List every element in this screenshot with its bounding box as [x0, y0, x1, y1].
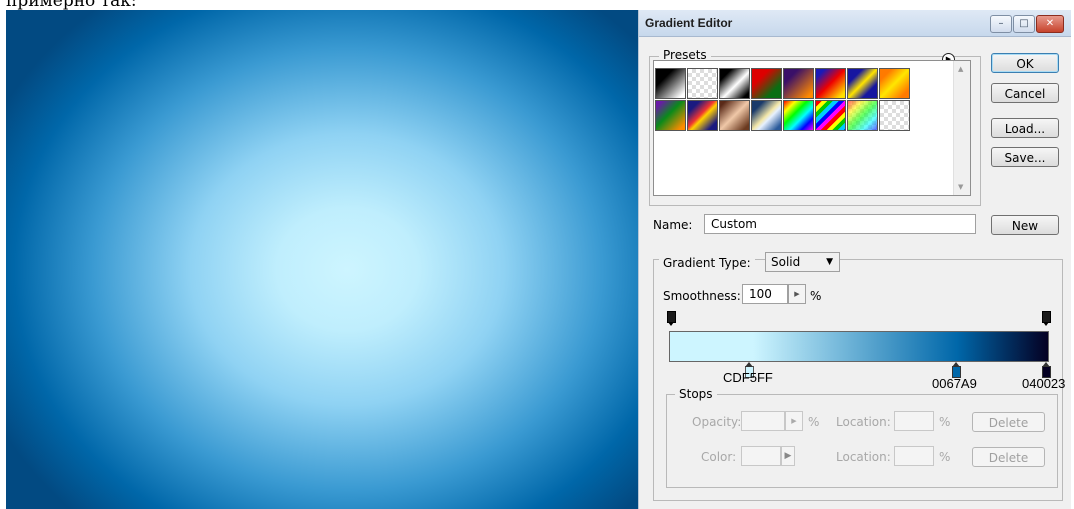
color-location-field[interactable] [894, 446, 934, 466]
name-field[interactable]: Custom [704, 214, 976, 234]
smoothness-arrow-icon[interactable]: ▶ [788, 284, 806, 304]
gradient-type-dropdown[interactable]: Solid ▼ [765, 252, 840, 272]
gradient-editor-dialog: Gradient Editor – □ ✕ Presets ▶ ▲ ▼ OK C… [638, 10, 1071, 509]
name-label: Name: [653, 218, 693, 232]
preset-swatch[interactable] [719, 100, 750, 131]
gradient-type-value: Solid [771, 255, 801, 269]
opacity-stop-left[interactable] [667, 311, 676, 326]
opacity-label: Opacity: [692, 415, 742, 429]
gradient-bar[interactable] [669, 331, 1049, 362]
opacity-location-unit: % [939, 415, 951, 429]
preset-swatch[interactable] [687, 68, 718, 99]
opacity-location-field[interactable] [894, 411, 934, 431]
opacity-field[interactable] [741, 411, 785, 431]
gradient-preview-image [6, 10, 638, 509]
chevron-down-icon: ▼ [826, 257, 833, 267]
maximize-button[interactable]: □ [1013, 15, 1035, 33]
preset-swatch[interactable] [879, 100, 910, 131]
ok-button[interactable]: OK [991, 53, 1059, 73]
title-bar[interactable]: Gradient Editor – □ ✕ [639, 10, 1071, 37]
preset-swatch[interactable] [751, 100, 782, 131]
preset-swatch[interactable] [751, 68, 782, 99]
scroll-down-icon[interactable]: ▼ [958, 183, 963, 191]
color-arrow-icon[interactable]: ▶ [781, 446, 795, 466]
presets-swatch-grid: ▲ ▼ [653, 60, 971, 196]
cancel-button[interactable]: Cancel [991, 83, 1059, 103]
preset-swatch[interactable] [847, 68, 878, 99]
smoothness-unit: % [810, 289, 822, 303]
close-button[interactable]: ✕ [1036, 15, 1064, 33]
color-stop-label: CDF5FF [723, 370, 773, 385]
smoothness-label: Smoothness: [663, 289, 741, 303]
opacity-arrow-icon[interactable]: ▶ [785, 411, 803, 431]
delete-color-stop-button[interactable]: Delete [972, 447, 1045, 467]
preset-swatch[interactable] [783, 100, 814, 131]
scroll-up-icon[interactable]: ▲ [958, 65, 963, 73]
stops-label: Stops [675, 387, 717, 401]
preset-swatch[interactable] [687, 100, 718, 131]
dialog-title: Gradient Editor [645, 16, 733, 30]
preset-swatch[interactable] [655, 100, 686, 131]
minimize-button[interactable]: – [990, 15, 1012, 33]
gradient-type-label: Gradient Type: [659, 256, 755, 270]
save-button[interactable]: Save... [991, 147, 1059, 167]
load-button[interactable]: Load... [991, 118, 1059, 138]
opacity-stop-right[interactable] [1042, 311, 1051, 326]
preset-swatch[interactable] [783, 68, 814, 99]
color-location-label: Location: [836, 450, 891, 464]
color-stop-label: 0067A9 [932, 376, 977, 391]
color-location-unit: % [939, 450, 951, 464]
preset-swatch[interactable] [655, 68, 686, 99]
preset-swatch[interactable] [815, 100, 846, 131]
color-stop-label: 040023 [1022, 376, 1066, 391]
preset-swatch[interactable] [719, 68, 750, 99]
preset-swatch[interactable] [879, 68, 910, 99]
color-label: Color: [701, 450, 737, 464]
smoothness-field[interactable]: 100 [742, 284, 788, 304]
delete-opacity-stop-button[interactable]: Delete [972, 412, 1045, 432]
stops-group [666, 394, 1058, 488]
opacity-unit: % [808, 415, 820, 429]
presets-scrollbar[interactable]: ▲ ▼ [953, 61, 970, 195]
color-swatch-field[interactable] [741, 446, 781, 466]
opacity-location-label: Location: [836, 415, 891, 429]
preset-swatch[interactable] [815, 68, 846, 99]
preset-swatch[interactable] [847, 100, 878, 131]
new-button[interactable]: New [991, 215, 1059, 235]
